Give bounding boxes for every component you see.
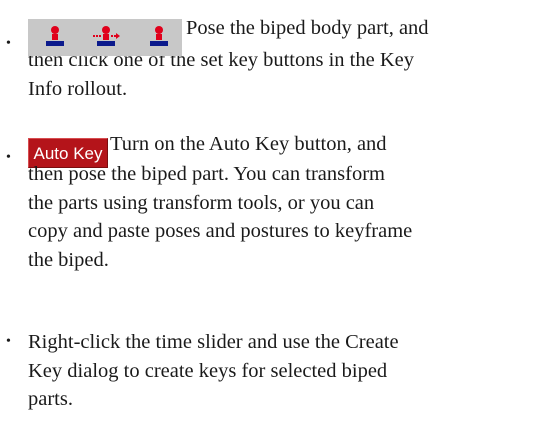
bullet-marker: • (6, 150, 11, 165)
paragraph-line: the biped. (28, 248, 109, 271)
paragraph-line: Pose the biped body part, and (186, 17, 429, 39)
bullet-marker: • (6, 36, 11, 51)
set-free-key-icon[interactable] (148, 25, 170, 49)
bullet-marker: • (6, 334, 11, 349)
paragraph-line: copy and paste poses and postures to key… (28, 220, 413, 242)
paragraph-line: then pose the biped part. You can transf… (28, 163, 385, 185)
key-buttons-toolbar (28, 19, 182, 56)
paragraph-line: Info rollout. (28, 77, 128, 100)
paragraph-line: Turn on the Auto Key button, and (110, 133, 387, 155)
paragraph-line: the parts using transform tools, or you … (28, 191, 375, 214)
set-key-icon[interactable] (44, 25, 66, 49)
set-sliding-key-icon[interactable] (92, 25, 120, 49)
paragraph-line: parts. (28, 388, 73, 410)
document-page: • Pose the biped body part, and then cli… (0, 0, 546, 423)
paragraph-line: Right-click the time slider and use the … (28, 331, 399, 353)
paragraph-line: Key dialog to create keys for selected b… (28, 359, 388, 382)
